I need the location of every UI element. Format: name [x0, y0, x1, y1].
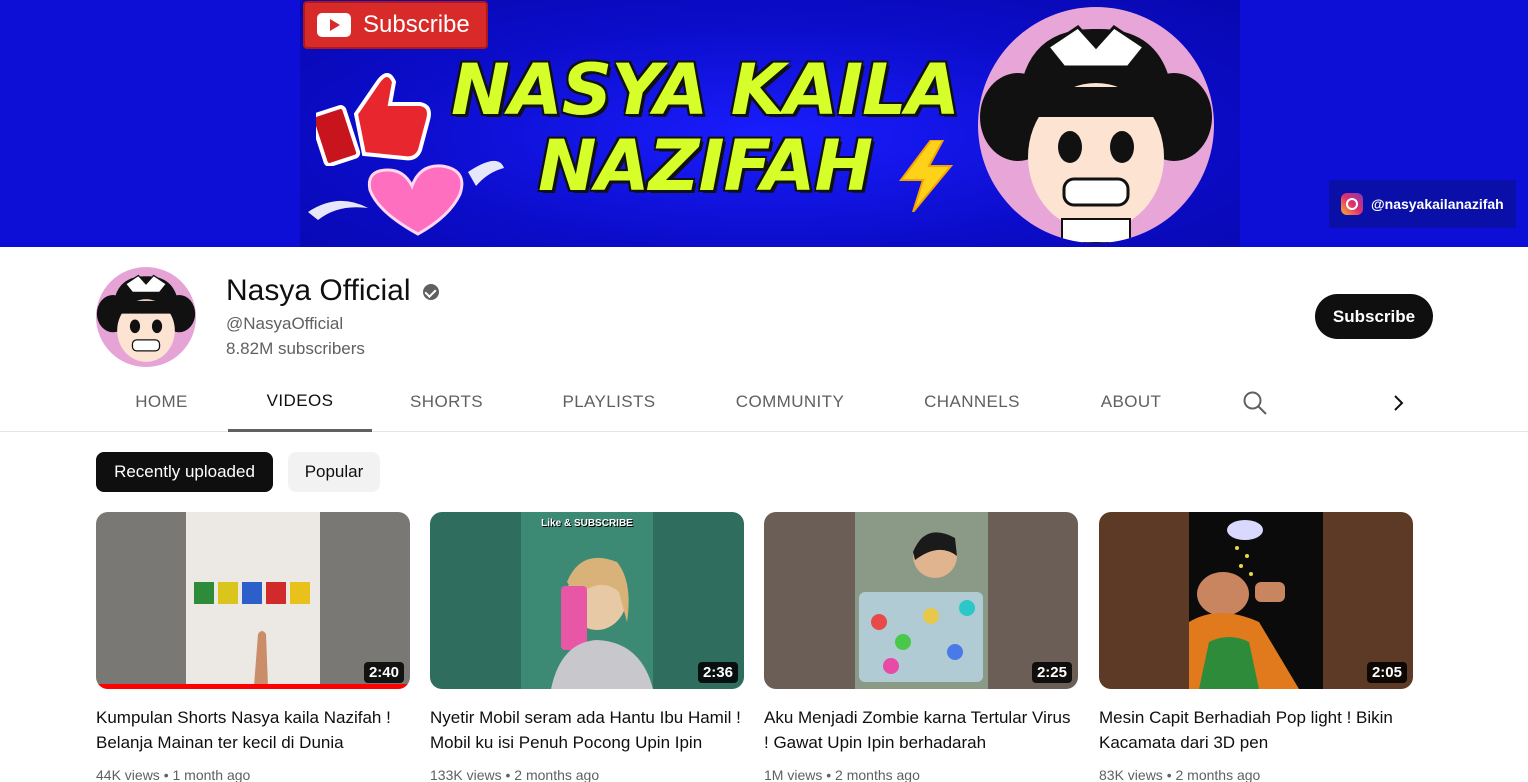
instagram-link[interactable]: @nasyakailanazifah [1329, 180, 1516, 228]
nasya-letters-icon [194, 582, 310, 686]
chip-recently-uploaded[interactable]: Recently uploaded [96, 452, 273, 492]
video-card[interactable]: 2:25 Aku Menjadi Zombie karna Tertular V… [764, 512, 1078, 782]
channel-name-row: Nasya Official [226, 274, 439, 308]
video-thumbnail[interactable]: 2:05 [1099, 512, 1413, 689]
subscriber-count: 8.82M subscribers [226, 339, 365, 358]
video-age: 2 months ago [514, 767, 600, 782]
video-title[interactable]: Mesin Capit Berhadiah Pop light ! Bikin … [1099, 705, 1413, 755]
tab-channels[interactable]: CHANNELS [895, 372, 1049, 432]
tab-community[interactable]: COMMUNITY [710, 372, 870, 432]
channel-handle: @NasyaOfficial [226, 314, 344, 333]
banner-avatar [978, 7, 1214, 243]
channel-avatar[interactable] [96, 267, 196, 367]
subscribe-button[interactable]: Subscribe [1315, 294, 1433, 339]
banner-title: NASYA KAILA NAZIFAH [440, 52, 970, 204]
tab-playlists[interactable]: PLAYLISTS [530, 372, 688, 432]
girl-cartoon-icon [980, 25, 1212, 243]
verified-check-icon [422, 284, 439, 300]
tab-home[interactable]: HOME [96, 372, 227, 432]
chip-popular[interactable]: Popular [288, 452, 380, 492]
meta-separator: • [163, 767, 169, 782]
meta-separator: • [1166, 767, 1172, 782]
video-meta: 133K views • 2 months ago [430, 767, 744, 782]
instagram-handle: @nasyakailanazifah [1371, 196, 1504, 212]
video-duration: 2:05 [1366, 662, 1407, 683]
meta-separator: • [826, 767, 832, 782]
banner-title-line1: NASYA KAILA [451, 49, 960, 131]
boy-with-rain-cloud-icon [1189, 520, 1299, 689]
video-meta: 83K views • 2 months ago [1099, 767, 1413, 782]
video-age: 2 months ago [835, 767, 920, 782]
thumbnail-image [855, 512, 988, 689]
video-age: 2 months ago [1175, 767, 1261, 782]
video-title[interactable]: Kumpulan Shorts Nasya kaila Nazifah ! Be… [96, 705, 410, 755]
video-thumbnail[interactable]: 2:25 [764, 512, 1078, 689]
banner-title-line2: NAZIFAH [537, 125, 873, 207]
thumbnail-caption: Like & SUBSCRIBE [541, 518, 633, 529]
lightning-bolt-icon [899, 140, 954, 212]
search-icon[interactable] [1240, 388, 1270, 418]
channel-tabs: HOME VIDEOS SHORTS PLAYLISTS COMMUNITY C… [0, 372, 1528, 432]
watch-progress-bar [96, 684, 410, 689]
girl-with-candies-icon [859, 532, 983, 682]
video-views: 44K views [96, 767, 160, 782]
avatar-girl-icon [96, 274, 196, 362]
video-views: 133K views [430, 767, 502, 782]
channel-banner: Subscribe NASYA KAILA NAZIFAH @nasyakail… [0, 0, 1528, 247]
thumbnail-image [1189, 512, 1323, 689]
video-title[interactable]: Nyetir Mobil seram ada Hantu Ibu Hamil !… [430, 705, 744, 755]
thumbnail-image [186, 512, 320, 689]
instagram-icon [1341, 193, 1363, 215]
video-duration: 2:25 [1031, 662, 1072, 683]
video-card[interactable]: 2:40 Kumpulan Shorts Nasya kaila Nazifah… [96, 512, 410, 782]
video-thumbnail[interactable]: 2:40 [96, 512, 410, 689]
meta-separator: • [505, 767, 511, 782]
video-card[interactable]: 2:05 Mesin Capit Berhadiah Pop light ! B… [1099, 512, 1413, 782]
video-thumbnail[interactable]: Like & SUBSCRIBE 2:36 [430, 512, 744, 689]
tab-videos[interactable]: VIDEOS [228, 372, 372, 432]
channel-name: Nasya Official [226, 274, 411, 307]
video-title[interactable]: Aku Menjadi Zombie karna Tertular Virus … [764, 705, 1078, 755]
channel-page: Subscribe NASYA KAILA NAZIFAH @nasyakail… [0, 0, 1528, 782]
youtube-play-icon [317, 13, 351, 37]
tab-about[interactable]: ABOUT [1072, 372, 1190, 432]
video-card[interactable]: Like & SUBSCRIBE 2:36 Nyetir Mobil seram… [430, 512, 744, 782]
banner-subscribe-label: Subscribe [363, 11, 470, 38]
video-duration: 2:36 [697, 662, 738, 683]
tab-shorts[interactable]: SHORTS [380, 372, 513, 432]
video-views: 1M views [764, 767, 823, 782]
video-duration: 2:40 [363, 662, 404, 683]
video-meta: 1M views • 2 months ago [764, 767, 1078, 782]
video-meta: 44K views • 1 month ago [96, 767, 410, 782]
video-views: 83K views [1099, 767, 1163, 782]
thumbnail-image: Like & SUBSCRIBE [521, 512, 653, 689]
banner-subscribe-graphic: Subscribe [303, 1, 488, 49]
girl-with-toy-icon [551, 557, 653, 689]
chevron-right-icon[interactable] [1384, 388, 1414, 418]
video-age: 1 month ago [172, 767, 251, 782]
